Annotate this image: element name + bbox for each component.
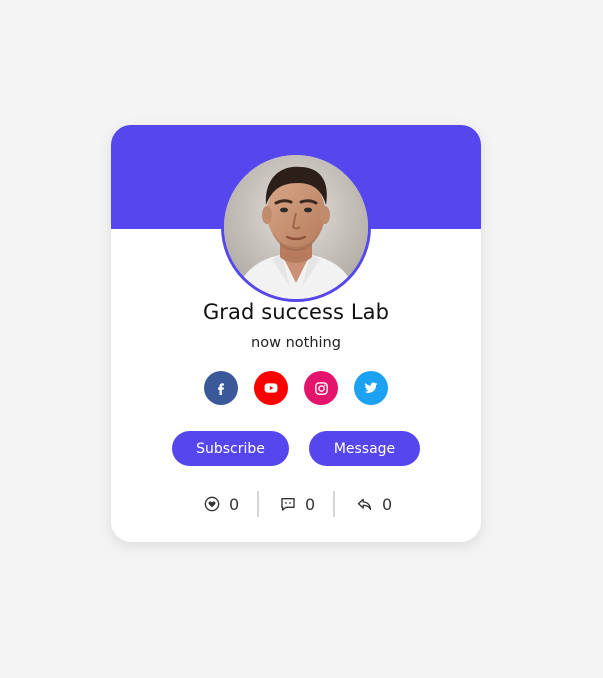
shares-stat[interactable]: 0 [356, 492, 392, 516]
profile-card: Grad success Lab now nothing Subscribe M… [111, 125, 481, 542]
youtube-link[interactable] [254, 371, 288, 405]
comment-icon [281, 498, 295, 511]
facebook-icon [218, 383, 224, 395]
facebook-link[interactable] [204, 371, 238, 405]
avatar [221, 152, 371, 302]
reply-icon [357, 498, 372, 510]
avatar-photo [224, 155, 368, 299]
twitter-icon [364, 382, 378, 393]
message-button[interactable]: Message [309, 431, 420, 466]
likes-stat[interactable]: 0 [204, 492, 239, 516]
stat-divider [333, 491, 335, 517]
comments-count: 0 [305, 494, 316, 514]
instagram-link[interactable] [304, 371, 338, 405]
comments-stat[interactable]: 0 [280, 492, 315, 516]
profile-tagline: now nothing [251, 335, 341, 351]
subscribe-button[interactable]: Subscribe [172, 431, 289, 466]
twitter-link[interactable] [354, 371, 388, 405]
likes-count: 0 [229, 494, 240, 514]
youtube-icon [264, 383, 278, 393]
heart-icon [204, 496, 220, 512]
profile-name: Grad success Lab [202, 300, 390, 324]
stat-divider [257, 491, 259, 517]
shares-count: 0 [382, 494, 393, 514]
instagram-icon [314, 381, 328, 395]
